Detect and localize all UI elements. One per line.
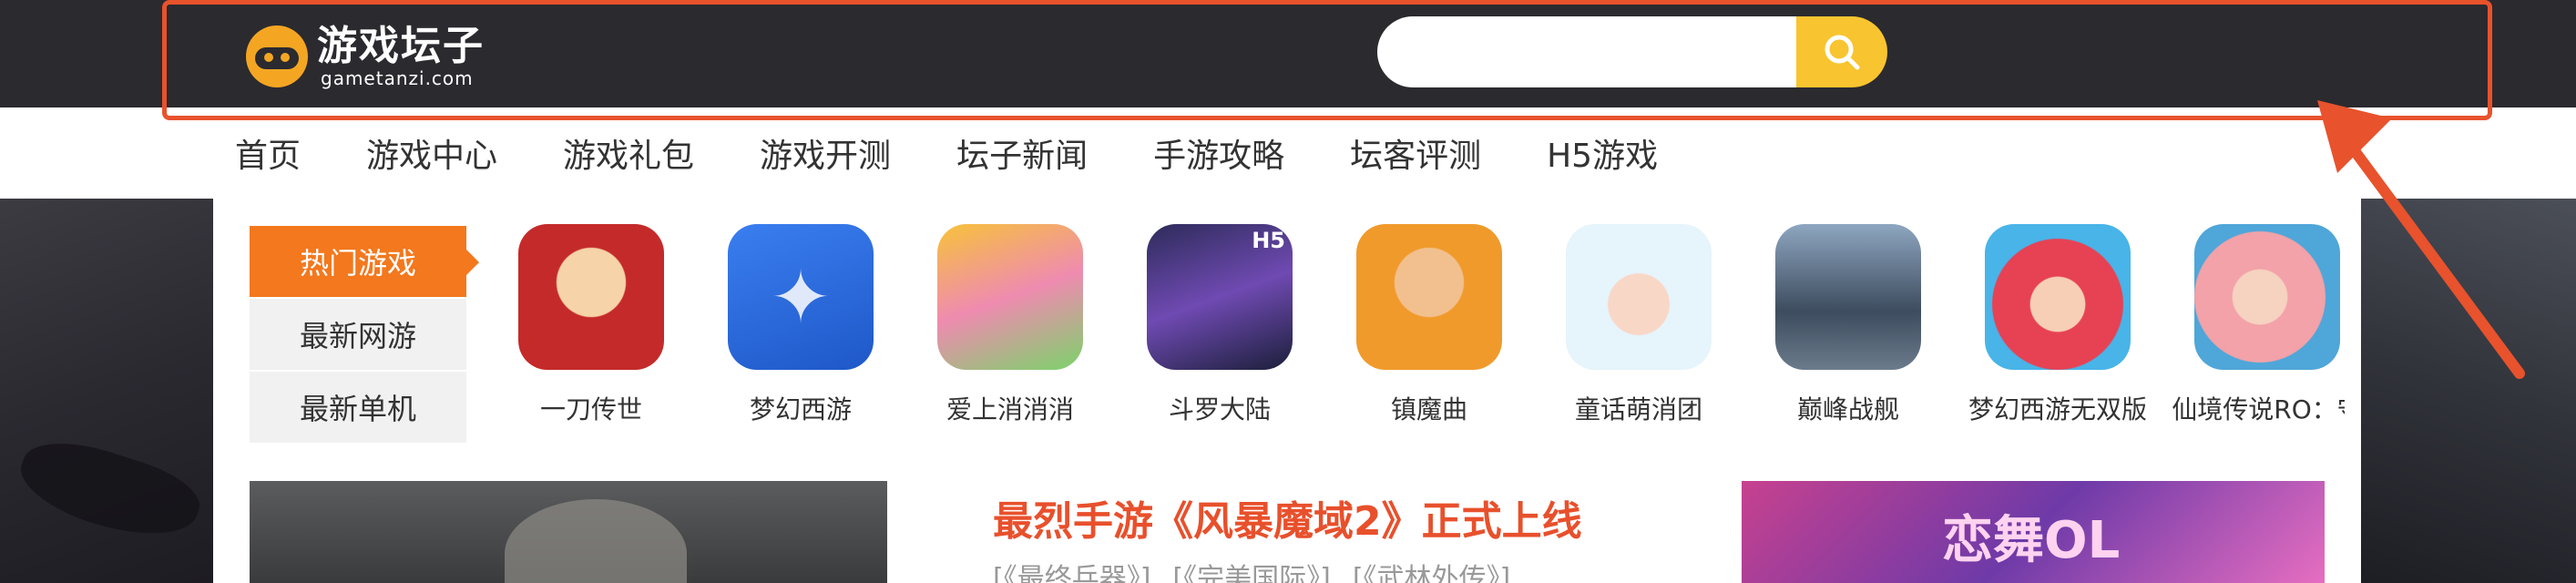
h5-badge: H5 <box>1252 228 1285 253</box>
jackie-chan-icon <box>518 224 664 370</box>
game-name: 梦幻西游 <box>749 394 852 424</box>
news-headline[interactable]: 最烈手游《风暴魔域2》正式上线 <box>993 488 1582 547</box>
game-item[interactable]: 梦幻西游无双版 <box>1953 224 2162 443</box>
news-tag[interactable]: [《武林外传》] <box>1353 556 1510 583</box>
game-name: 童话萌消团 <box>1574 394 1702 424</box>
nav-item-game-center[interactable]: 游戏中心 <box>366 129 497 177</box>
nav-item-game-tests[interactable]: 游戏开测 <box>760 129 891 177</box>
nav-item-news[interactable]: 坛子新闻 <box>956 129 1088 177</box>
news-tag[interactable]: [《完美国际》] <box>1172 556 1330 583</box>
game-item[interactable]: 爱上消消消 <box>905 224 1115 443</box>
game-item[interactable]: 一刀传世 <box>486 224 696 443</box>
site-logo[interactable]: 游戏坛子 gametanzi.com <box>246 20 485 93</box>
game-name: 斗罗大陆 <box>1168 394 1271 424</box>
game-name: 一刀传世 <box>539 394 642 424</box>
nav-item-home[interactable]: 首页 <box>235 129 301 177</box>
game-list: 一刀传世 ✦ 梦幻西游 爱上消消消 H5 斗罗大陆 镇魔曲 童话萌消团 巅峰战舰 <box>486 224 2345 443</box>
logo-cn-text: 游戏坛子 <box>317 23 485 69</box>
background-art-left <box>0 199 213 583</box>
tab-hot-games[interactable]: 热门游戏 <box>250 226 479 299</box>
tab-new-single-games[interactable]: 最新单机 <box>250 372 466 445</box>
game-item[interactable]: 巅峰战舰 <box>1743 224 1953 443</box>
search-button[interactable] <box>1796 16 1887 87</box>
game-item[interactable]: H5 斗罗大陆 <box>1115 224 1324 443</box>
search-box <box>1377 16 1887 87</box>
game-category-tabs: 热门游戏 最新网游 最新单机 <box>250 226 479 445</box>
warrior-h5-icon: H5 <box>1147 224 1293 370</box>
top-header: 游戏坛子 gametanzi.com <box>0 0 2576 107</box>
game-name: 梦幻西游无双版 <box>1968 394 2147 424</box>
tab-new-online-games[interactable]: 最新网游 <box>250 299 466 372</box>
game-name: 仙境传说RO：守 <box>2172 394 2345 424</box>
news-tags: [《最终兵器》] [《完美国际》] [《武林外传》] <box>993 556 1510 583</box>
nav-item-reviews[interactable]: 坛客评测 <box>1350 129 1481 177</box>
game-name: 巅峰战舰 <box>1796 394 1899 424</box>
game-item[interactable]: 仙境传说RO：守 <box>2162 224 2345 443</box>
nav-list: 首页 游戏中心 游戏礼包 游戏开测 坛子新闻 手游攻略 坛客评测 H5游戏 <box>235 107 1723 199</box>
nav-item-h5-games[interactable]: H5游戏 <box>1547 129 1658 177</box>
featured-image-left[interactable] <box>250 481 887 583</box>
logo-mascot-icon <box>246 26 308 87</box>
logo-en-text: gametanzi.com <box>321 67 474 89</box>
featured-image-right[interactable] <box>1742 481 2325 583</box>
nav-item-guides[interactable]: 手游攻略 <box>1153 129 1284 177</box>
warship-icon <box>1775 224 1921 370</box>
search-icon <box>1825 35 1860 70</box>
anime-girl-icon <box>2194 224 2340 370</box>
game-item[interactable]: 童话萌消团 <box>1534 224 1743 443</box>
content-panel: 热门游戏 最新网游 最新单机 一刀传世 ✦ 梦幻西游 爱上消消消 H5 斗罗大陆… <box>213 199 2361 583</box>
search-input[interactable] <box>1377 16 1796 87</box>
nav-item-gift-packs[interactable]: 游戏礼包 <box>563 129 694 177</box>
red-hair-hero-icon <box>1985 224 2131 370</box>
dream-character-icon: ✦ <box>728 224 874 370</box>
cartoon-girl-icon <box>1566 224 1712 370</box>
main-navigation: 首页 游戏中心 游戏礼包 游戏开测 坛子新闻 手游攻略 坛客评测 H5游戏 <box>0 107 2576 199</box>
background-art-right <box>2361 199 2576 583</box>
bear-puzzle-icon <box>937 224 1083 370</box>
game-name: 镇魔曲 <box>1390 394 1467 424</box>
monk-icon <box>1356 224 1502 370</box>
game-item[interactable]: 镇魔曲 <box>1324 224 1534 443</box>
game-name: 爱上消消消 <box>946 394 1074 424</box>
game-item[interactable]: ✦ 梦幻西游 <box>696 224 905 443</box>
dream-glyph-icon: ✦ <box>770 254 832 340</box>
news-tag[interactable]: [《最终兵器》] <box>993 556 1150 583</box>
logo-text: 游戏坛子 gametanzi.com <box>317 23 485 89</box>
